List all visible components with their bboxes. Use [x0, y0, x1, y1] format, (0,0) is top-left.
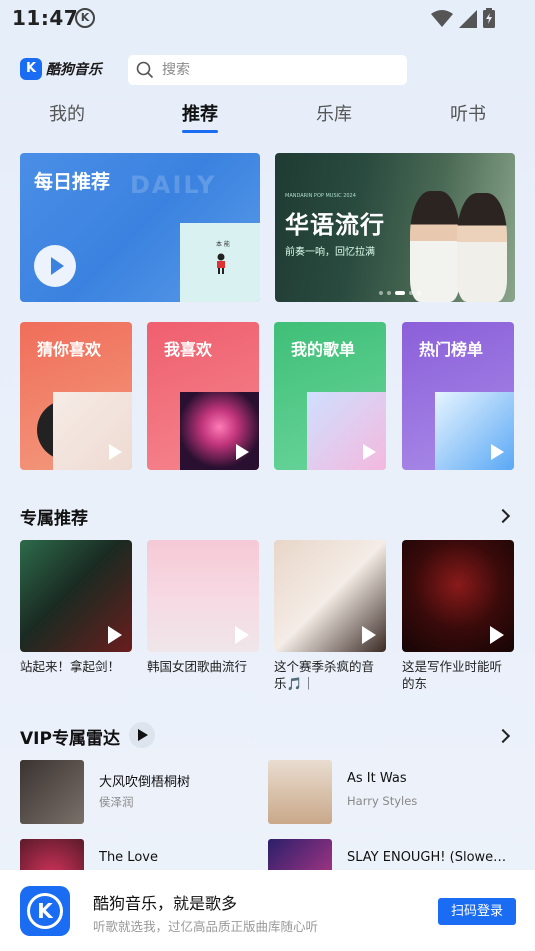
daily-recommend-card[interactable]: DAILY 每日推荐 本 能 [20, 153, 260, 302]
playlist-cover [402, 540, 514, 652]
header: K 酷狗音乐 [0, 52, 535, 88]
song-artist: Harry Styles [347, 794, 418, 808]
promo-subtitle: 听歌就选我，过亿高品质正版曲库随心听 [93, 919, 319, 934]
song-cover [268, 760, 332, 824]
active-tab-indicator [182, 130, 218, 133]
song-cover [20, 760, 84, 824]
play-all-icon[interactable] [129, 722, 155, 748]
song-item[interactable]: The Love [20, 839, 260, 870]
card-title: 我喜欢 [164, 340, 213, 359]
playlist-cover [20, 540, 132, 652]
playlist-card[interactable]: 韩国女团歌曲流行 [147, 540, 259, 675]
play-icon[interactable] [491, 444, 504, 460]
singer-image [457, 193, 507, 302]
chinese-pop-subtitle: 前奏一响，回忆拉满 [285, 247, 375, 258]
daily-recommend-title: 每日推荐 [34, 171, 111, 193]
card-title: 猜你喜欢 [37, 340, 102, 359]
song-title: 大风吹倒梧桐树 [99, 775, 191, 790]
play-icon[interactable] [34, 245, 76, 287]
my-favorites-card[interactable]: 我喜欢 [147, 322, 259, 470]
song-item[interactable]: As It Was Harry Styles [268, 760, 518, 824]
singer-image [410, 191, 460, 302]
figure-illustration [217, 253, 225, 274]
banner-small-text: MANDARIN POP MUSIC 2024 [285, 193, 356, 199]
playlist-card[interactable]: 这是写作业时能听的东西！！？！？… [402, 540, 514, 692]
play-icon[interactable] [362, 626, 376, 644]
exclusive-section-title: 专属推荐 [20, 509, 88, 529]
daily-cover-text: 本 能 [216, 241, 230, 248]
vip-radar-title: VIP专属雷达 [20, 729, 120, 749]
battery-charging-icon [483, 8, 495, 28]
my-playlists-card[interactable]: 我的歌单 [274, 322, 386, 470]
carousel-dots [379, 291, 421, 295]
status-bar: 11:47 K [0, 0, 535, 38]
wifi-icon [431, 10, 453, 27]
login-promo-bar: K 酷狗音乐，就是歌多 听歌就选我，过亿高品质正版曲库随心听 扫码登录 [0, 870, 535, 951]
signal-icon [459, 10, 477, 28]
tab-recommend[interactable]: 推荐 [165, 100, 235, 126]
chinese-pop-banner[interactable]: MANDARIN POP MUSIC 2024 华语流行 前奏一响，回忆拉满 [275, 153, 515, 302]
song-title: The Love [99, 850, 158, 865]
tab-mine[interactable]: 我的 [32, 100, 102, 126]
kugou-app-icon: K [20, 886, 70, 936]
song-title: SLAY ENOUGH! (Slowed +… [347, 850, 507, 865]
play-icon[interactable] [109, 444, 122, 460]
scan-login-button[interactable]: 扫码登录 [438, 898, 516, 925]
chevron-right-icon[interactable] [495, 508, 511, 524]
playlist-title: 这是写作业时能听的东西！！？！？… [402, 659, 503, 691]
playlist-card[interactable]: 这个赛季杀疯的音乐🎵｜ [274, 540, 386, 692]
search-input[interactable] [162, 62, 382, 78]
daily-cover-art: 本 能 [180, 223, 260, 302]
play-icon[interactable] [235, 626, 249, 644]
logo-text: 酷狗音乐 [46, 62, 102, 78]
play-icon[interactable] [490, 626, 504, 644]
status-time: 11:47 [12, 6, 79, 30]
play-icon[interactable] [108, 626, 122, 644]
song-item[interactable]: SLAY ENOUGH! (Slowed +… [268, 839, 518, 870]
playlist-title: 韩国女团歌曲流行 [147, 659, 248, 674]
chevron-right-icon[interactable] [495, 728, 511, 744]
promo-title: 酷狗音乐，就是歌多 [93, 894, 238, 913]
status-icons [431, 8, 495, 28]
app-logo: K 酷狗音乐 [20, 58, 102, 80]
playlist-card[interactable]: 站起来！拿起剑！ [20, 540, 132, 675]
song-item[interactable]: 大风吹倒梧桐树 侯泽润 [20, 760, 260, 824]
playlist-cover [147, 540, 259, 652]
daily-watermark: DAILY [130, 171, 217, 199]
play-icon[interactable] [363, 444, 376, 460]
playlist-title: 这个赛季杀疯的音乐🎵｜ [274, 659, 375, 691]
playlist-title: 站起来！拿起剑！ [20, 659, 121, 674]
song-cover [268, 839, 332, 870]
song-cover [20, 839, 84, 870]
song-artist: 侯泽润 [99, 795, 134, 809]
guess-you-like-card[interactable]: 猜你喜欢 [20, 322, 132, 470]
chinese-pop-title: 华语流行 [285, 211, 385, 239]
app-notification-icon: K [75, 8, 95, 28]
song-title: As It Was [347, 771, 407, 786]
search-box[interactable] [128, 55, 407, 85]
hot-charts-card[interactable]: 热门榜单 [402, 322, 514, 470]
search-icon [136, 61, 154, 79]
card-title: 我的歌单 [291, 340, 356, 359]
top-tabs: 我的 推荐 乐库 听书 [0, 100, 535, 136]
play-icon[interactable] [236, 444, 249, 460]
card-title: 热门榜单 [419, 340, 484, 359]
tab-library[interactable]: 乐库 [299, 100, 369, 126]
tab-audiobooks[interactable]: 听书 [433, 100, 503, 126]
kugou-logo-icon: K [20, 58, 42, 80]
playlist-cover [274, 540, 386, 652]
